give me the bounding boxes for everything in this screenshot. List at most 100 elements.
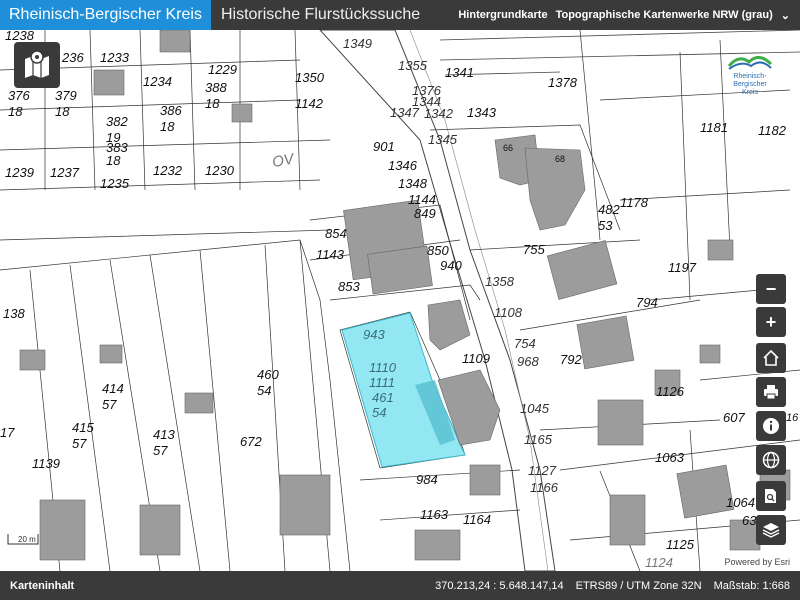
parcel-label: 1235 [100,176,130,191]
parcel-label: 940 [440,258,462,273]
parcel-label: 755 [523,242,545,257]
globe-icon [762,451,780,469]
parcel-label: 482 [598,202,620,217]
app-title: Historische Flurstückssuche [220,6,421,23]
powered-by-text[interactable]: Powered by Esri [724,557,790,567]
background-map-selector[interactable]: Hintergrundkarte Topographische Kartenwe… [458,9,800,22]
parcel-label: 1143 [316,247,345,262]
map-content-button[interactable]: Karteninhalt [0,580,74,592]
logo-line-1: Rheinisch- [733,73,767,80]
map-canvas[interactable]: 1238 236 1233 1234 1229 376 379 386 388 … [0,30,800,571]
parcel-label: 849 [414,206,436,221]
parcel-label: 794 [636,295,658,310]
parcel-label: 672 [240,434,262,449]
parcel-label: 376 [8,88,30,103]
logo-line-3: Kreis [742,89,758,96]
parcel-label: 1347 [390,105,420,120]
coordinate-system: ETRS89 / UTM Zone 32N [575,579,702,592]
parcel-label: 1139 [32,456,60,471]
home-icon [763,349,779,366]
highlight-label: 943 [363,327,385,342]
parcel-label: 1234 [143,74,172,89]
parcel-label: 1348 [398,176,428,191]
parcel-label: 1350 [295,70,325,85]
parcel-label: 1230 [205,163,235,178]
background-map-label: Hintergrundkarte [458,9,548,21]
parcel-label: 236 [61,50,84,65]
parcel-label: 1232 [153,163,183,178]
parcel-label: 1144 [408,192,436,207]
parcel-label: 1229 [208,62,237,77]
parcel-label: 63 [742,513,757,528]
info-button[interactable] [756,411,786,441]
parcel-label: 1063 [655,450,685,465]
parcel-label: 1109 [462,351,490,366]
plus-icon: + [765,311,777,332]
parcel-label: 754 [514,336,536,351]
parcel-label: 68 [555,154,565,164]
layers-button[interactable] [756,515,786,545]
logo-line-2: Bergischer [733,81,767,88]
parcel-label: 18 [205,96,220,111]
parcel-label: 18 [160,119,175,134]
parcel-label: 1182 [758,123,787,138]
minus-icon: − [765,278,777,299]
parcel-label: 1233 [100,50,130,65]
info-icon [763,418,779,434]
parcel-label: 1197 [668,260,697,275]
parcel-label: 1358 [485,274,515,289]
parcel-label: 382 [106,114,128,129]
parcel-label: 1181 [700,120,728,135]
bottom-bar: Karteninhalt 370.213,24 : 5.648.147,14 E… [0,571,800,600]
parcel-label: 1045 [520,401,550,416]
parcel-label: 901 [373,139,395,154]
parcel-label: 1239 [5,165,34,180]
coordinates-readout: 370.213,24 : 5.648.147,14 [435,579,564,592]
parcel-label: 66 [503,143,513,153]
parcel-label: 853 [338,279,360,294]
highlight-label: 461 [372,390,394,405]
parcel-label: 1166 [530,480,559,495]
parcel-label: 1342 [424,106,454,121]
basemap-button[interactable] [756,445,786,475]
parcel-label: 18 [8,104,23,119]
document-search-button[interactable] [756,481,786,511]
parcel-label: 1349 [343,36,372,51]
zoom-out-button[interactable]: − [756,274,786,304]
parcel-label: 1165 [524,432,553,447]
parcel-label: 414 [102,381,124,396]
parcel-label: 57 [102,397,117,412]
parcel-label: 54 [257,383,271,398]
layers-icon [762,523,780,538]
document-search-icon [765,489,776,503]
printer-icon [764,385,778,400]
brand-title[interactable]: Rheinisch-Bergischer Kreis [0,0,211,30]
zoom-in-button[interactable]: + [756,307,786,337]
parcel-label: 1124 [645,555,673,570]
parcel-label: 1163 [420,507,449,522]
home-button[interactable] [756,343,786,373]
parcel-label: 18 [106,153,121,168]
parcel-label: 460 [257,367,279,382]
parcel-label: 415 [72,420,94,435]
parcel-label: 1064 [726,495,755,510]
parcel-label: 386 [160,103,182,118]
parcel-label: 1164 [463,512,491,527]
parcel-label: 1355 [398,58,428,73]
parcel-label: 57 [153,443,168,458]
map-pin-icon [25,50,49,78]
parcel-label: 1178 [620,195,649,210]
parcel-label: 968 [517,354,539,369]
parcel-label: 1343 [467,105,497,120]
print-button[interactable] [756,377,786,407]
parcel-label: 1125 [666,537,695,552]
parcel-label: 1378 [548,75,578,90]
parcel-label: 854 [325,226,347,241]
parcel-label: 1237 [50,165,80,180]
parcel-label: 53 [598,218,613,233]
map-view[interactable]: 1238 236 1233 1234 1229 376 379 386 388 … [0,30,800,571]
parcel-label: 138 [3,306,25,321]
map-tool-button[interactable] [14,42,60,88]
parcel-label: 984 [416,472,438,487]
parcel-label: 18 [55,104,70,119]
